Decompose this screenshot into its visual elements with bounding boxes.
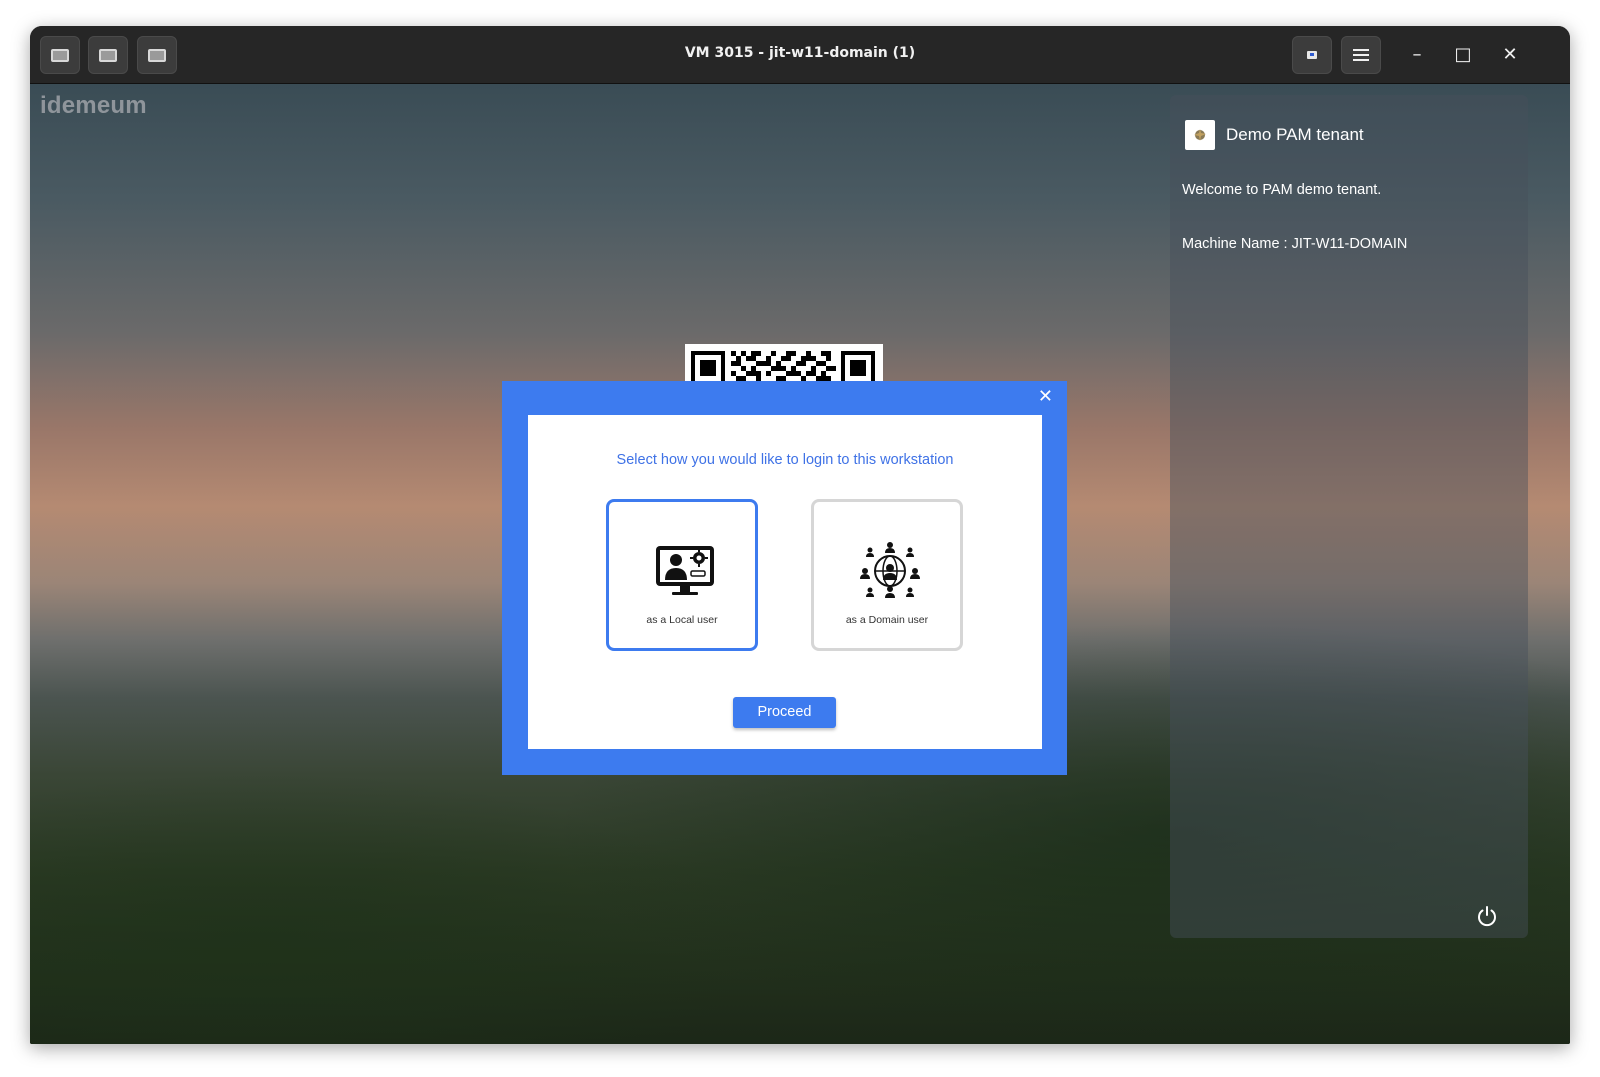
window-title: VM 3015 - jit-w11-domain (1): [684, 45, 916, 61]
vm-window: VM 3015 - jit-w11-domain (1) – □ ✕ ideme…: [30, 26, 1570, 1044]
maximize-button[interactable]: □: [1450, 42, 1476, 68]
title-bar: VM 3015 - jit-w11-domain (1) – □ ✕: [30, 26, 1570, 84]
desktop-background: idemeum Demo PAM tenant Welcome to PAM d…: [30, 84, 1570, 1044]
local-user-option[interactable]: as a Local user: [606, 499, 758, 651]
hamburger-menu-icon: [1353, 49, 1369, 61]
minimize-button[interactable]: –: [1404, 42, 1430, 68]
tenant-info-panel: Demo PAM tenant Welcome to PAM demo tena…: [1170, 95, 1528, 938]
send-keys-button[interactable]: [1292, 36, 1332, 74]
local-user-label: as a Local user: [646, 614, 718, 626]
close-button[interactable]: ✕: [1497, 42, 1523, 68]
welcome-text: Welcome to PAM demo tenant.: [1182, 182, 1382, 198]
tenant-emblem-icon: [1194, 129, 1206, 141]
tenant-name: Demo PAM tenant: [1226, 125, 1364, 144]
login-method-dialog: ✕ Select how you would like to login to …: [502, 381, 1067, 775]
keyboard-icon: [1307, 51, 1317, 59]
dialog-body: Select how you would like to login to th…: [528, 415, 1042, 749]
proceed-button[interactable]: Proceed: [733, 697, 836, 728]
domain-user-option[interactable]: as a Domain user: [811, 499, 963, 651]
domain-users-network-icon: [860, 542, 920, 598]
local-user-computer-icon: [656, 546, 714, 595]
menu-button[interactable]: [1341, 36, 1381, 74]
minimize-icon: –: [1412, 44, 1422, 65]
machine-name: Machine Name : JIT-W11-DOMAIN: [1182, 236, 1408, 252]
brand-logo: idemeum: [40, 92, 147, 119]
domain-user-label: as a Domain user: [845, 614, 929, 626]
maximize-icon: □: [1454, 44, 1472, 65]
close-icon: ✕: [1502, 44, 1518, 65]
power-icon[interactable]: [1476, 905, 1498, 927]
tenant-logo: [1185, 120, 1215, 150]
dialog-heading: Select how you would like to login to th…: [616, 452, 954, 468]
dialog-close-icon[interactable]: ✕: [1038, 387, 1053, 407]
